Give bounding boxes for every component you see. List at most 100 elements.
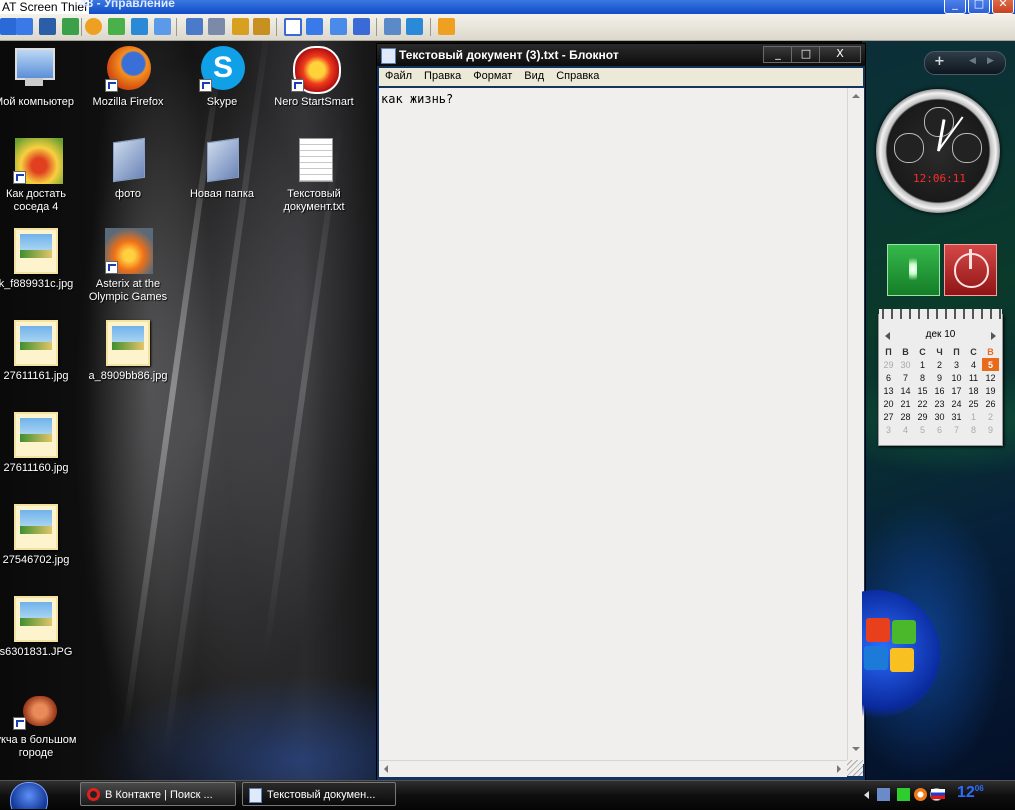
start-button[interactable] [0,780,62,809]
calendar-day[interactable]: 23 [931,397,948,410]
network-icon[interactable] [877,788,890,801]
calendar-gadget[interactable]: дек 10 П В С Ч П С В 29 30 1 2 3 4 5 6 7… [878,309,1003,446]
settings-icon[interactable] [384,18,401,35]
desktop-icon-asterix[interactable]: Asterix at the Olympic Games [82,228,174,304]
opera-icon[interactable] [914,788,927,801]
lock-open-icon[interactable] [253,18,270,35]
at-maximize-button[interactable]: □ [968,0,990,14]
desktop-icon-firefox[interactable]: Mozilla Firefox [82,46,174,109]
calendar-day[interactable]: 4 [897,423,914,436]
taskbar-item-notepad[interactable]: Текстовый докумен... [242,782,396,806]
tray-expand-icon[interactable] [864,791,869,799]
calendar-day[interactable]: 18 [965,384,982,397]
next-gadget-button[interactable]: ▶ [987,56,994,66]
calendar-day[interactable]: 14 [897,384,914,397]
menu-view[interactable]: Вид [518,68,550,82]
calendar-day[interactable]: 1 [914,358,931,371]
calendar-day[interactable]: 7 [948,423,965,436]
notepad-maximize-button[interactable]: □ [791,46,821,63]
calendar-day[interactable]: 2 [982,410,999,423]
desktop-icon-image[interactable]: 27611161.jpg [0,320,82,383]
fit-icon[interactable] [306,18,323,35]
power-gadget-button[interactable] [944,244,997,296]
notepad-text-area[interactable]: как жизнь? [379,88,847,776]
chat-icon[interactable] [154,18,171,35]
calendar-day[interactable]: 3 [880,423,897,436]
calendar-day[interactable]: 30 [897,358,914,371]
desktop-icon-image[interactable]: 27611160.jpg [0,412,82,475]
calendar-day[interactable]: 6 [880,371,897,384]
timer-icon[interactable] [85,18,102,35]
taskbar-item-opera[interactable]: В Контакте | Поиск ... [80,782,236,806]
capture-screen-icon[interactable] [0,18,17,35]
network-icon[interactable] [208,18,225,35]
close-session-icon[interactable] [438,18,455,35]
calendar-day[interactable]: 8 [965,423,982,436]
notepad-minimize-button[interactable]: _ [763,46,793,63]
swap-icon[interactable] [62,18,79,35]
phone-icon[interactable] [131,18,148,35]
monitor-icon[interactable] [16,18,33,35]
desktop-icon-game-city[interactable]: укча в большом городе [0,694,82,760]
desktop-icon-skype[interactable]: S Skype [176,46,268,109]
calendar-day[interactable]: 4 [965,358,982,371]
calendar-day[interactable]: 19 [982,384,999,397]
calendar-day[interactable]: 31 [948,410,965,423]
menu-help[interactable]: Справка [550,68,605,82]
calendar-day[interactable]: 20 [880,397,897,410]
calendar-day[interactable]: 24 [948,397,965,410]
horizontal-scrollbar[interactable] [379,760,847,777]
scroll-left-icon[interactable] [384,765,388,773]
desktop-icon-image[interactable]: s6301831.JPG [0,596,82,659]
calendar-day[interactable]: 2 [931,358,948,371]
calendar-day[interactable]: 5 [914,423,931,436]
lock-icon[interactable] [232,18,249,35]
desktop-icon-new-folder[interactable]: Новая папка [176,137,268,201]
calendar-day[interactable]: 1 [965,410,982,423]
desktop-icon-game[interactable]: Как достать соседа 4 [0,138,82,214]
at-minimize-button[interactable]: _ [944,0,966,14]
desktop-icon-image[interactable]: 27546702.jpg [0,504,82,567]
calendar-day[interactable]: 15 [914,384,931,397]
language-flag-icon[interactable] [931,789,945,799]
menu-format[interactable]: Формат [467,68,518,82]
calendar-next-month-icon[interactable] [991,332,996,340]
menu-edit[interactable]: Правка [418,68,467,82]
clock-gadget[interactable]: 12:06:11 [876,89,1000,213]
calendar-day[interactable]: 9 [931,371,948,384]
desktop-icon-text-document[interactable]: Текстовый документ.txt [268,138,360,214]
add-gadget-button[interactable]: + [934,54,945,69]
calendar-day[interactable]: 30 [931,410,948,423]
calendar-day[interactable]: 8 [914,371,931,384]
calendar-day[interactable]: 7 [897,371,914,384]
calendar-day-today[interactable]: 5 [982,358,999,371]
calendar-day[interactable]: 17 [948,384,965,397]
calendar-day[interactable]: 29 [880,358,897,371]
calendar-day[interactable]: 13 [880,384,897,397]
sync-icon[interactable] [108,18,125,35]
calendar-day[interactable]: 26 [982,397,999,410]
calendar-day[interactable]: 22 [914,397,931,410]
scroll-right-icon[interactable] [837,765,841,773]
notepad-titlebar[interactable]: Текстовый документ (3).txt - Блокнот _ □… [377,44,865,66]
previous-gadget-button[interactable]: ◀ [969,56,976,66]
window-icon[interactable] [39,18,56,35]
tray-clock[interactable]: 1206 [957,784,984,802]
green-status-icon[interactable] [897,788,910,801]
calendar-day[interactable]: 12 [982,371,999,384]
desktop-icon-my-computer[interactable]: Мой компьютер [0,46,80,109]
calendar-day[interactable]: 29 [914,410,931,423]
resize-grip-icon[interactable] [847,760,863,776]
calendar-day[interactable]: 25 [965,397,982,410]
calendar-day[interactable]: 21 [897,397,914,410]
scroll-down-icon[interactable] [852,747,860,751]
at-close-button[interactable]: ✕ [992,0,1014,14]
calendar-day[interactable]: 16 [931,384,948,397]
desktop-icon-folder-photo[interactable]: фото [82,137,174,201]
calendar-day[interactable]: 6 [931,423,948,436]
desktop-icon-image[interactable]: k_f889931c.jpg [0,228,82,291]
connect-gadget-button[interactable] [887,244,940,296]
calendar-day[interactable]: 11 [965,371,982,384]
scale-icon[interactable] [353,18,370,35]
desktop-icon-nero[interactable]: Nero StartSmart [268,46,360,109]
